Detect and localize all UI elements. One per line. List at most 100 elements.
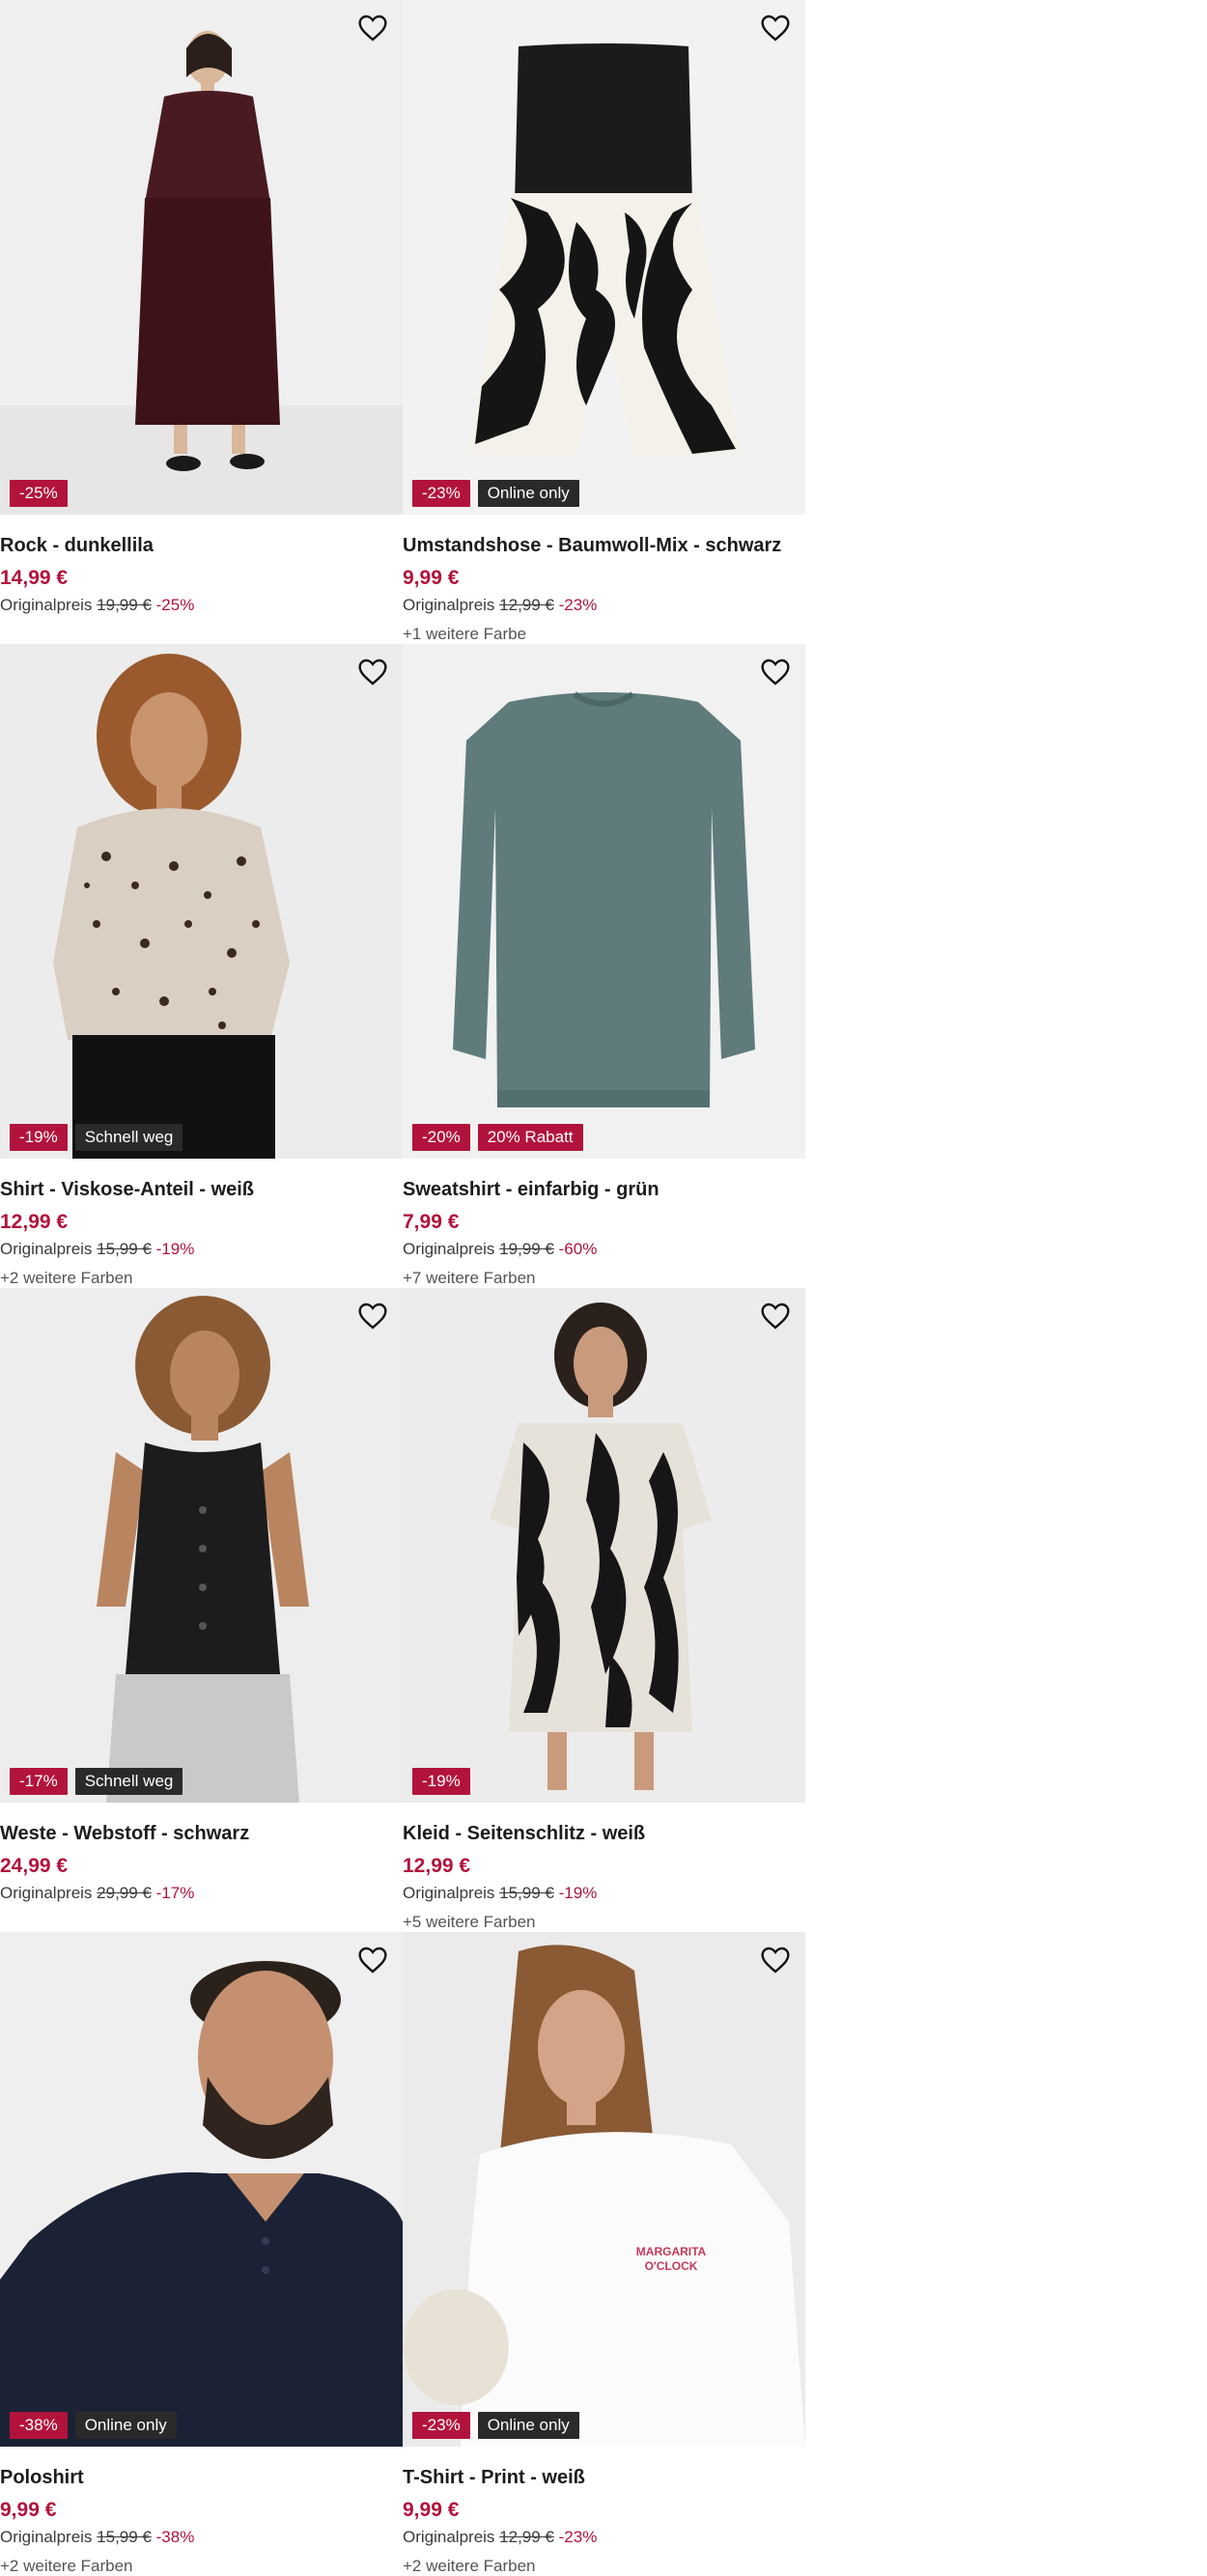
product-photo-vest <box>0 1288 403 1803</box>
discount-percent: -23% <box>558 2528 598 2546</box>
discount-percent: -25% <box>155 596 195 614</box>
product-price: 9,99 € <box>403 567 460 589</box>
wishlist-heart-icon[interactable] <box>354 1298 391 1334</box>
product-image[interactable]: -25% <box>0 0 403 515</box>
badge-row: -19% Schnell weg <box>10 1124 183 1151</box>
original-price-label: Originalpreis <box>0 2528 93 2546</box>
product-image[interactable]: -19% <box>403 1288 805 1803</box>
discount-percent: -60% <box>558 1240 598 1258</box>
shirt-print-line-1: MARGARITA <box>636 2245 707 2258</box>
original-price: 19,99 € <box>499 1240 554 1258</box>
discount-percent: -19% <box>155 1240 195 1258</box>
wishlist-heart-icon[interactable] <box>757 1942 794 1978</box>
product-image[interactable]: -38% Online only <box>0 1932 403 2447</box>
more-colors-link[interactable]: +2 weitere Farben <box>0 1267 403 1290</box>
product-card[interactable]: -19% Kleid - Seitenschlitz - weiß 12,99 … <box>403 1288 805 1932</box>
shirt-print-line-2: O'CLOCK <box>645 2259 698 2273</box>
product-price: 14,99 € <box>0 567 69 589</box>
wishlist-heart-icon[interactable] <box>354 1942 391 1978</box>
product-price: 9,99 € <box>0 2499 57 2521</box>
selling-fast-badge: Schnell weg <box>74 1768 183 1795</box>
badge-row: -17% Schnell weg <box>10 1768 183 1795</box>
wishlist-heart-icon[interactable] <box>757 654 794 690</box>
original-price: 29,99 € <box>97 1884 152 1902</box>
original-price-line: Originalpreis 15,99 € -38% <box>0 2526 403 2549</box>
product-name[interactable]: T-Shirt - Print - weiß <box>403 2464 805 2491</box>
product-card[interactable]: MARGARITA O'CLOCK -23% Online only T-Shi… <box>403 1932 805 2576</box>
wishlist-heart-icon[interactable] <box>757 10 794 46</box>
discount-badge: -25% <box>10 480 68 507</box>
product-price: 24,99 € <box>0 1855 69 1877</box>
product-info: Shirt - Viskose-Anteil - weiß 12,99 € Or… <box>0 1176 403 1290</box>
original-price-label: Originalpreis <box>0 1884 93 1902</box>
product-card[interactable]: -17% Schnell weg Weste - Webstoff - schw… <box>0 1288 403 1932</box>
wishlist-heart-icon[interactable] <box>354 654 391 690</box>
more-colors-link[interactable]: +2 weitere Farben <box>0 2555 403 2576</box>
product-card[interactable]: -25% Rock - dunkellila 14,99 € Originalp… <box>0 0 403 644</box>
wishlist-heart-icon[interactable] <box>757 1298 794 1334</box>
product-info: Sweatshirt - einfarbig - grün 7,99 € Ori… <box>403 1176 805 1290</box>
product-photo-poloshirt <box>0 1932 403 2447</box>
product-card[interactable]: -23% Online only Umstandshose - Baumwoll… <box>403 0 805 644</box>
product-image[interactable]: -17% Schnell weg <box>0 1288 403 1803</box>
product-info: Rock - dunkellila 14,99 € Originalpreis … <box>0 532 403 617</box>
discount-badge: -20% <box>412 1124 470 1151</box>
product-name[interactable]: Poloshirt <box>0 2464 403 2491</box>
online-only-badge: Online only <box>477 2412 579 2439</box>
discount-badge: -23% <box>412 2412 470 2439</box>
original-price-line: Originalpreis 19,99 € -60% <box>403 1238 805 1261</box>
original-price-line: Originalpreis 12,99 € -23% <box>403 594 805 617</box>
badge-row: -23% Online only <box>412 480 579 507</box>
product-photo-shirt <box>0 644 403 1159</box>
badge-row: -38% Online only <box>10 2412 177 2439</box>
discount-badge: -19% <box>10 1124 68 1151</box>
original-price-label: Originalpreis <box>0 1240 93 1258</box>
product-price: 12,99 € <box>403 1855 471 1877</box>
product-image[interactable]: -19% Schnell weg <box>0 644 403 1159</box>
more-colors-link[interactable]: +5 weitere Farben <box>403 1911 805 1934</box>
badge-row: -23% Online only <box>412 2412 579 2439</box>
product-name[interactable]: Rock - dunkellila <box>0 532 403 559</box>
original-price-label: Originalpreis <box>403 596 495 614</box>
original-price-line: Originalpreis 15,99 € -19% <box>403 1882 805 1905</box>
original-price-line: Originalpreis 12,99 € -23% <box>403 2526 805 2549</box>
original-price: 15,99 € <box>499 1884 554 1902</box>
online-only-badge: Online only <box>477 480 579 507</box>
more-colors-link[interactable]: +2 weitere Farben <box>403 2555 805 2576</box>
selling-fast-badge: Schnell weg <box>74 1124 183 1151</box>
product-price: 12,99 € <box>0 1211 69 1233</box>
product-info: Kleid - Seitenschlitz - weiß 12,99 € Ori… <box>403 1820 805 1934</box>
product-photo-sweatshirt <box>403 644 805 1159</box>
original-price: 15,99 € <box>97 2528 152 2546</box>
original-price-line: Originalpreis 29,99 € -17% <box>0 1882 403 1905</box>
product-name[interactable]: Umstandshose - Baumwoll-Mix - schwarz <box>403 532 805 559</box>
more-colors-link[interactable]: +7 weitere Farben <box>403 1267 805 1290</box>
product-name[interactable]: Shirt - Viskose-Anteil - weiß <box>0 1176 403 1203</box>
original-price-label: Originalpreis <box>403 1884 495 1902</box>
product-name[interactable]: Sweatshirt - einfarbig - grün <box>403 1176 805 1203</box>
discount-percent: -17% <box>155 1884 195 1902</box>
product-info: Weste - Webstoff - schwarz 24,99 € Origi… <box>0 1820 403 1905</box>
product-card[interactable]: -20% 20% Rabatt Sweatshirt - einfarbig -… <box>403 644 805 1288</box>
product-image[interactable]: MARGARITA O'CLOCK -23% Online only <box>403 1932 805 2447</box>
product-photo-dress <box>403 1288 805 1803</box>
discount-percent: -23% <box>558 596 598 614</box>
product-name[interactable]: Weste - Webstoff - schwarz <box>0 1820 403 1847</box>
product-image[interactable]: -23% Online only <box>403 0 805 515</box>
original-price-label: Originalpreis <box>403 2528 495 2546</box>
product-price: 7,99 € <box>403 1211 460 1233</box>
promo-badge: 20% Rabatt <box>477 1124 583 1151</box>
product-name[interactable]: Kleid - Seitenschlitz - weiß <box>403 1820 805 1847</box>
product-card[interactable]: -19% Schnell weg Shirt - Viskose-Anteil … <box>0 644 403 1288</box>
discount-percent: -19% <box>558 1884 598 1902</box>
product-photo-tshirt: MARGARITA O'CLOCK <box>403 1932 805 2447</box>
product-grid: -25% Rock - dunkellila 14,99 € Originalp… <box>0 0 1207 2576</box>
product-price: 9,99 € <box>403 2499 460 2521</box>
more-colors-link[interactable]: +1 weitere Farbe <box>403 623 805 646</box>
product-card[interactable]: -38% Online only Poloshirt 9,99 € Origin… <box>0 1932 403 2576</box>
product-image[interactable]: -20% 20% Rabatt <box>403 644 805 1159</box>
badge-row: -19% <box>412 1768 470 1795</box>
original-price: 15,99 € <box>97 1240 152 1258</box>
wishlist-heart-icon[interactable] <box>354 10 391 46</box>
original-price: 12,99 € <box>499 596 554 614</box>
